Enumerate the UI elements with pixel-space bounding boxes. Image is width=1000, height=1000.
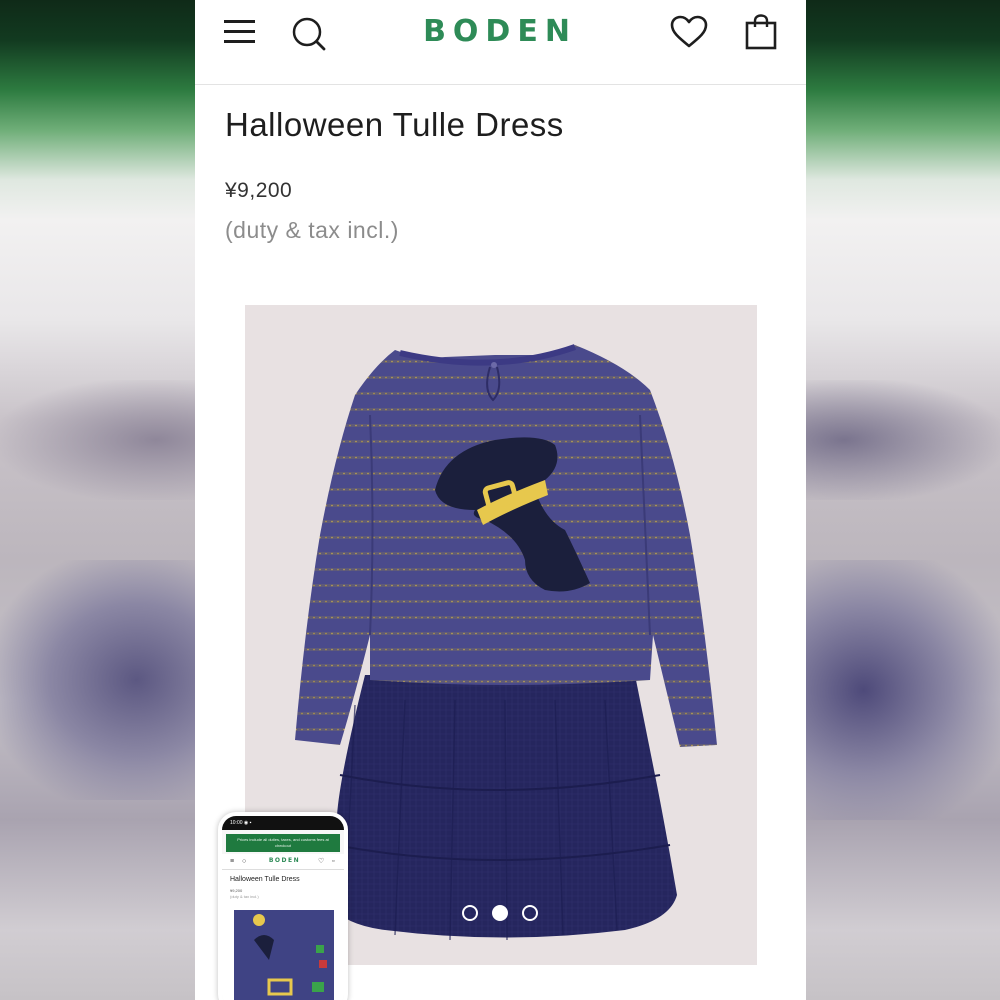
heart-icon[interactable] bbox=[670, 15, 708, 49]
carousel-dot-3[interactable] bbox=[522, 905, 538, 921]
product-price: ¥9,200 bbox=[225, 179, 293, 202]
carousel-dot-2-active[interactable] bbox=[492, 905, 508, 921]
product-title: Halloween Tulle Dress bbox=[225, 106, 564, 143]
mini-menu-icon: ≡ bbox=[230, 858, 235, 865]
mini-brand-logo: BODEN bbox=[268, 857, 301, 864]
mini-banner: Prices include all duties, taxes, and cu… bbox=[226, 834, 340, 852]
brand-logo[interactable]: BODEN bbox=[405, 14, 595, 49]
mini-status-bar: 10:00 ◉ ▪ bbox=[222, 816, 344, 830]
tax-note: (duty & tax incl.) bbox=[225, 217, 399, 243]
mini-bag-icon: ▫ bbox=[332, 858, 335, 865]
shopping-bag-icon[interactable] bbox=[745, 14, 777, 50]
search-icon[interactable] bbox=[291, 16, 327, 52]
mini-tax-note: (duty & tax incl.) bbox=[230, 894, 259, 899]
mini-product-title: Halloween Tulle Dress bbox=[230, 876, 300, 883]
carousel-dot-1[interactable] bbox=[462, 905, 478, 921]
carousel-indicator bbox=[462, 905, 542, 925]
mini-product-image bbox=[234, 910, 334, 1000]
mini-phone-preview: 10:00 ◉ ▪ Prices include all duties, tax… bbox=[218, 812, 348, 1000]
mini-product-price: ¥9,200 bbox=[230, 888, 243, 893]
mini-search-icon: ○ bbox=[242, 858, 247, 865]
mini-header: ≡ ○ BODEN ♡ ▫ bbox=[222, 854, 344, 870]
site-header: BODEN bbox=[195, 0, 806, 85]
mini-body: Halloween Tulle Dress ¥9,200 (duty & tax… bbox=[222, 870, 344, 1000]
hamburger-menu-icon[interactable] bbox=[224, 20, 256, 44]
mini-heart-icon: ♡ bbox=[318, 858, 325, 865]
